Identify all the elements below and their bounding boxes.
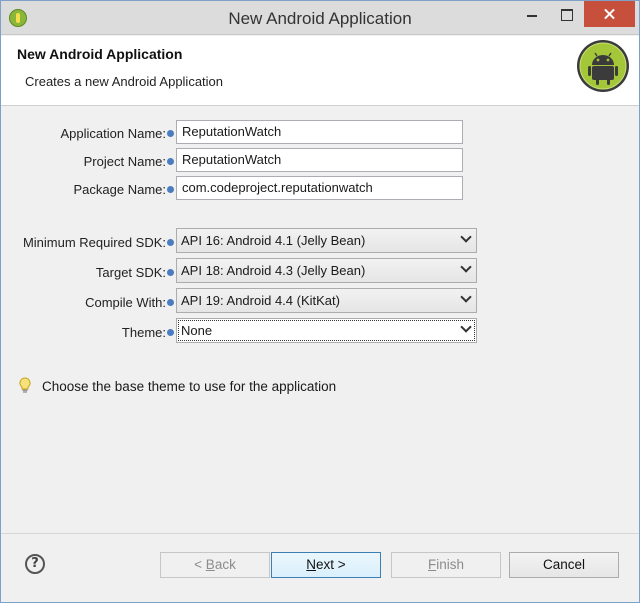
compile-with-label: Compile With: — [85, 295, 166, 310]
target-sdk-row: Target SDK: — [1, 260, 174, 284]
back-rest: ack — [214, 557, 236, 572]
project-name-label-wrap: Project Name: — [84, 154, 174, 169]
maximize-button[interactable] — [550, 1, 582, 27]
minimize-button[interactable] — [516, 1, 548, 27]
title-bar[interactable]: New Android Application — [1, 1, 639, 35]
target-sdk-label-wrap: Target SDK: — [96, 265, 174, 280]
target-sdk-select[interactable]: API 18: Android 4.3 (Jelly Bean) — [176, 258, 477, 283]
compile-with-row: Compile With: — [1, 290, 174, 314]
info-icon — [167, 158, 174, 165]
package-name-row: Package Name: — [1, 177, 174, 201]
compile-with-select[interactable]: API 19: Android 4.4 (KitKat) — [176, 288, 477, 313]
application-name-label-wrap: Application Name: — [60, 126, 174, 141]
info-icon — [167, 239, 174, 246]
min-sdk-label: Minimum Required SDK: — [22, 235, 166, 250]
theme-select[interactable]: None — [176, 318, 477, 343]
theme-label: Theme: — [121, 325, 166, 340]
compile-with-label-wrap: Compile With: — [85, 295, 174, 310]
android-logo-icon — [577, 40, 629, 92]
info-icon — [167, 329, 174, 336]
finish-button[interactable]: Finish — [391, 552, 501, 578]
theme-row: Theme: — [1, 320, 174, 344]
hint-message: Choose the base theme to use for the app… — [42, 379, 337, 394]
next-mnemonic: N — [306, 557, 317, 572]
info-icon — [167, 269, 174, 276]
theme-value: None — [181, 323, 213, 338]
finish-mnemonic: F — [427, 557, 437, 572]
min-sdk-select[interactable]: API 16: Android 4.1 (Jelly Bean) — [176, 228, 477, 253]
project-name-input[interactable]: ReputationWatch — [176, 148, 463, 172]
finish-rest: inish — [436, 557, 464, 572]
wizard-page-description: Creates a new Android Application — [25, 74, 224, 89]
cancel-button[interactable]: Cancel — [509, 552, 619, 578]
back-button[interactable]: < Back — [160, 552, 270, 578]
application-name-input[interactable]: ReputationWatch — [176, 120, 463, 144]
compile-with-value: API 19: Android 4.4 (KitKat) — [181, 293, 340, 308]
application-name-label: Application Name: — [60, 126, 167, 141]
package-name-label: Package Name: — [73, 182, 167, 197]
min-sdk-value: API 16: Android 4.1 (Jelly Bean) — [181, 233, 366, 248]
next-button[interactable]: Next > — [271, 552, 381, 578]
project-name-row: Project Name: — [1, 149, 174, 173]
lightbulb-icon — [19, 377, 31, 393]
wizard-banner: New Android Application Creates a new An… — [1, 36, 639, 106]
wizard-page-title: New Android Application — [17, 46, 183, 62]
close-button[interactable] — [584, 1, 635, 27]
info-icon — [167, 299, 174, 306]
next-rest: ext > — [316, 557, 346, 572]
info-icon — [167, 130, 174, 137]
help-icon[interactable]: ? — [25, 554, 45, 574]
theme-label-wrap: Theme: — [122, 325, 174, 340]
min-sdk-label-wrap: Minimum Required SDK: — [23, 235, 174, 250]
target-sdk-label: Target SDK: — [95, 265, 166, 280]
button-bar-separator — [1, 533, 639, 534]
project-name-label: Project Name: — [83, 154, 166, 169]
min-sdk-row: Minimum Required SDK: — [1, 230, 174, 254]
package-name-label-wrap: Package Name: — [73, 182, 174, 197]
new-android-application-dialog: New Android Application New Android Appl… — [0, 0, 640, 603]
target-sdk-value: API 18: Android 4.3 (Jelly Bean) — [181, 263, 366, 278]
back-prefix: < — [194, 557, 206, 572]
back-mnemonic: B — [205, 557, 215, 572]
info-icon — [167, 186, 174, 193]
package-name-input[interactable]: com.codeproject.reputationwatch — [176, 176, 463, 200]
application-name-row: Application Name: — [1, 121, 174, 145]
